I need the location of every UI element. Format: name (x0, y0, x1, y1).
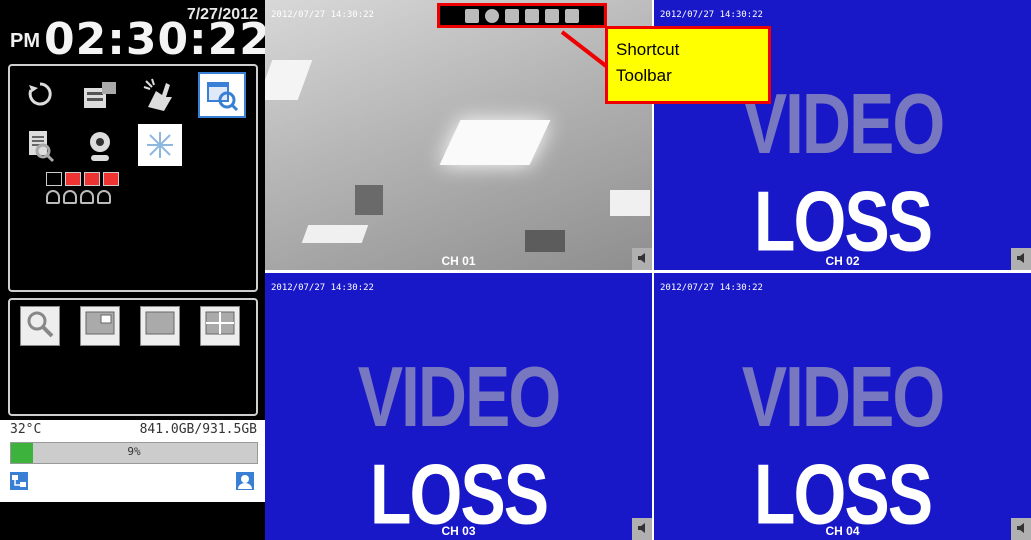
callout-line-2: Toolbar (616, 66, 672, 85)
ceiling-light (439, 120, 551, 165)
disk-percent: 9% (127, 445, 141, 458)
alarm-indicator-ch3 (80, 190, 94, 204)
record-indicator-ch1 (46, 172, 62, 186)
ceiling-light (265, 60, 313, 100)
log-search-icon[interactable] (16, 126, 64, 166)
quad-view-icon (205, 311, 235, 342)
timestamp: 2012/07/27 14:30:22 (660, 10, 763, 20)
alarm-status-row (46, 190, 111, 204)
disk-usage: 841.0GB/931.5GB (139, 422, 257, 437)
zoom-button[interactable] (20, 306, 60, 346)
speaker-icon (637, 250, 647, 268)
quad-view-button[interactable] (200, 306, 240, 346)
zoom-icon (25, 309, 55, 344)
monitor-icon[interactable] (505, 8, 519, 23)
view-mode-panel (8, 298, 258, 416)
freeze-icon[interactable] (138, 124, 182, 166)
schedule-search-icon[interactable] (198, 72, 246, 118)
vent (355, 185, 383, 215)
timestamp: 2012/07/27 14:30:22 (271, 283, 374, 293)
alarm-indicator-ch4 (97, 190, 111, 204)
disk-progress-bar: 9% (10, 442, 258, 464)
lock-icon[interactable] (465, 8, 479, 23)
single-view-icon (145, 311, 175, 342)
channel-3-view[interactable]: 2012/07/27 14:30:22 VIDEO LOSS CH 03 (265, 273, 652, 540)
webcam-icon[interactable] (76, 126, 124, 166)
clock: 7/27/2012 PM 02:30:22 (8, 6, 270, 62)
pip-view-button[interactable] (80, 306, 120, 346)
audio-button[interactable] (632, 518, 652, 540)
video-loss-text: VIDEO LOSS (357, 349, 562, 540)
pip-icon (85, 311, 115, 342)
info-icon[interactable] (485, 8, 499, 23)
audio-button[interactable] (1011, 248, 1031, 270)
record-indicator-ch3 (84, 172, 100, 186)
shortcut-toolbar-callout: Shortcut Toolbar (605, 26, 771, 104)
ptz-icon[interactable] (136, 74, 184, 114)
alarm-indicator-ch2 (63, 190, 77, 204)
channel-4-view[interactable]: 2012/07/27 14:30:22 VIDEO LOSS CH 04 (654, 273, 1031, 540)
record-indicator-ch4 (103, 172, 119, 186)
video-loss-text: VIDEO LOSS (741, 349, 946, 540)
record-indicator-ch2 (65, 172, 81, 186)
ceiling-light (610, 190, 650, 216)
record-status-row (46, 172, 119, 186)
main-menu (8, 64, 258, 292)
user-icon[interactable] (236, 472, 254, 490)
clock-ampm: PM (10, 30, 40, 52)
timestamp: 2012/07/27 14:30:22 (660, 283, 763, 293)
speaker-icon (1016, 250, 1026, 268)
alarm-indicator-ch1 (46, 190, 60, 204)
video-loss-text: VIDEO LOSS (741, 76, 946, 270)
channel-label: CH 02 (825, 254, 860, 268)
back-icon[interactable] (16, 74, 64, 114)
network-icon[interactable] (10, 472, 28, 490)
hdd-status: 32°C 841.0GB/931.5GB 9% (0, 420, 265, 502)
single-view-button[interactable] (140, 306, 180, 346)
temperature: 32°C (10, 422, 42, 437)
backup-icon[interactable] (76, 74, 124, 114)
speaker-icon (1016, 520, 1026, 538)
speaker-icon (637, 520, 647, 538)
list-icon[interactable] (565, 8, 579, 23)
left-footer (0, 502, 265, 540)
audio-button[interactable] (632, 248, 652, 270)
record-icon[interactable] (525, 8, 539, 23)
timestamp: 2012/07/27 14:30:22 (271, 10, 374, 20)
channel-label: CH 03 (441, 524, 476, 538)
audio-button[interactable] (1011, 518, 1031, 540)
ceiling-light (301, 225, 369, 243)
channel-icon[interactable] (545, 8, 559, 23)
clock-time: 02:30:22 (44, 14, 271, 65)
channel-label: CH 04 (825, 524, 860, 538)
channel-label: CH 01 (441, 254, 476, 268)
vent (525, 230, 565, 252)
callout-pointer (560, 30, 608, 68)
callout-line-1: Shortcut (616, 40, 680, 59)
control-panel: 7/27/2012 PM 02:30:22 32°C 841.0GB/931.5… (0, 0, 270, 540)
